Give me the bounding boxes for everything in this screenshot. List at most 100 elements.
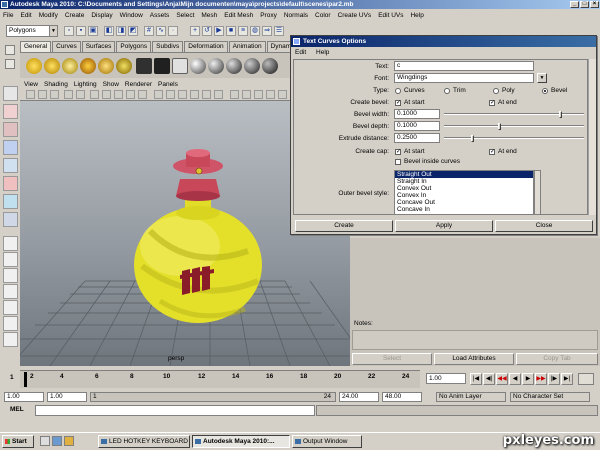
- bevel-width-slider-thumb[interactable]: [558, 111, 562, 118]
- input-line-icon[interactable]: ⇒: [262, 26, 272, 36]
- bevel-style-straight-in[interactable]: Straight In: [395, 178, 533, 185]
- bevel-width-slider[interactable]: [444, 113, 584, 115]
- xray-icon[interactable]: [230, 90, 239, 99]
- animation-end-field[interactable]: 48.00: [382, 392, 422, 402]
- playback-start-field[interactable]: 1.00: [47, 392, 87, 402]
- hypershade-layout-icon[interactable]: [3, 316, 18, 331]
- panel-menu-shading[interactable]: Shading: [44, 81, 68, 88]
- grid-toggle-icon[interactable]: [76, 90, 85, 99]
- material-phong-icon[interactable]: [244, 58, 260, 74]
- backface-culling-icon[interactable]: [254, 90, 263, 99]
- light-icon[interactable]: [26, 58, 42, 74]
- task-autodesk-maya[interactable]: Autodesk Maya 2010:...: [192, 435, 290, 448]
- current-time-marker[interactable]: [24, 372, 27, 387]
- task-led-hotkey-keyboard[interactable]: LED HOTKEY KEYBOARD: [98, 435, 190, 448]
- type-bevel-radio[interactable]: [542, 88, 548, 94]
- scale-tool-icon[interactable]: [3, 176, 18, 191]
- camera-aim-icon[interactable]: [154, 58, 170, 74]
- mel-input[interactable]: [35, 405, 315, 416]
- select-tool-icon[interactable]: [3, 86, 18, 101]
- history-icon[interactable]: ↺: [202, 26, 212, 36]
- create-button[interactable]: Create: [295, 220, 393, 232]
- ipr-render-icon[interactable]: ■: [226, 26, 236, 36]
- wireframe-icon[interactable]: [154, 90, 163, 99]
- channel-box-icon[interactable]: ☰: [274, 26, 284, 36]
- close-window-button[interactable]: ×: [590, 1, 599, 8]
- potion-bottle[interactable]: [134, 149, 262, 323]
- menu-create[interactable]: Create: [65, 12, 85, 19]
- menu-window[interactable]: Window: [120, 12, 143, 19]
- panel-menu-show[interactable]: Show: [103, 81, 119, 88]
- play-forwards-button[interactable]: ▶: [522, 373, 534, 385]
- animation-start-field[interactable]: 1.00: [4, 392, 44, 402]
- field-chart-icon[interactable]: [126, 90, 135, 99]
- panel-menu-renderer[interactable]: Renderer: [125, 81, 152, 88]
- playback-end-field[interactable]: 24.00: [339, 392, 379, 402]
- camera-select-icon[interactable]: [26, 90, 35, 99]
- dialog-title-bar[interactable]: Text Curves Options: [291, 36, 596, 47]
- bevel-style-straight-out[interactable]: Straight Out: [395, 171, 533, 178]
- shelf-tab-dynamics[interactable]: Dynamics: [266, 41, 292, 52]
- material-anisotropic-icon[interactable]: [262, 58, 278, 74]
- move-tool-icon[interactable]: [3, 140, 18, 155]
- hud-icon[interactable]: [278, 90, 287, 99]
- material-lambert-icon[interactable]: [208, 58, 224, 74]
- go-to-end-button[interactable]: ▶|: [561, 373, 573, 385]
- menu-help[interactable]: Help: [410, 12, 423, 19]
- menu-normals[interactable]: Normals: [284, 12, 308, 19]
- shelf-tab-general[interactable]: General: [20, 41, 52, 52]
- bevel-depth-slider[interactable]: [444, 125, 584, 127]
- menu-edit[interactable]: Edit: [20, 12, 31, 19]
- xray-joints-icon[interactable]: [242, 90, 251, 99]
- bevel-depth-slider-thumb[interactable]: [498, 123, 501, 130]
- step-forward-key-button[interactable]: |▶: [548, 373, 560, 385]
- panel-menu-view[interactable]: View: [24, 81, 38, 88]
- paint-select-tool-icon[interactable]: [3, 122, 18, 137]
- copy-tab-button[interactable]: Copy Tab: [516, 353, 598, 365]
- select-button[interactable]: Select: [352, 353, 432, 365]
- four-pane-layout-icon[interactable]: [3, 252, 18, 267]
- directional-light-icon[interactable]: [80, 58, 96, 74]
- panel-menu-lighting[interactable]: Lighting: [74, 81, 97, 88]
- go-to-start-button[interactable]: |◀: [470, 373, 482, 385]
- two-pane-layout-icon[interactable]: [3, 268, 18, 283]
- type-poly-radio[interactable]: [493, 88, 499, 94]
- move-tool-icon[interactable]: +: [190, 26, 200, 36]
- extrude-distance-input[interactable]: 0.2500: [394, 133, 440, 143]
- outliner-layout-icon[interactable]: [3, 284, 18, 299]
- dialog-scrollbar[interactable]: [588, 59, 596, 215]
- close-button[interactable]: Close: [495, 220, 593, 232]
- material-sphere-icon[interactable]: [190, 58, 206, 74]
- bevel-list-scrollbar[interactable]: [534, 170, 541, 214]
- menu-proxy[interactable]: Proxy: [260, 12, 277, 19]
- spot-light-icon[interactable]: [44, 58, 60, 74]
- shelf-menu-button[interactable]: [3, 43, 17, 77]
- cap-at-end-checkbox[interactable]: ✓: [489, 149, 495, 155]
- resolution-gate-icon[interactable]: [102, 90, 111, 99]
- open-scene-icon[interactable]: ▪: [76, 26, 86, 36]
- step-forward-frame-button[interactable]: ▶▶: [535, 373, 547, 385]
- menu-create-uvs[interactable]: Create UVs: [338, 12, 372, 19]
- maximize-button[interactable]: □: [580, 1, 589, 8]
- menu-select[interactable]: Select: [176, 12, 194, 19]
- step-back-frame-button[interactable]: ◀◀: [496, 373, 508, 385]
- material-blinn-icon[interactable]: [226, 58, 242, 74]
- shelf-tab-animation[interactable]: Animation: [228, 41, 266, 52]
- select-object-icon[interactable]: ◨: [116, 26, 126, 36]
- panel-menu-panels[interactable]: Panels: [158, 81, 178, 88]
- select-component-icon[interactable]: ◩: [128, 26, 138, 36]
- desktop-shortcut-icon[interactable]: [40, 436, 50, 446]
- point-light-icon[interactable]: [62, 58, 78, 74]
- snap-point-icon[interactable]: ·: [168, 26, 178, 36]
- bevel-at-end-checkbox[interactable]: ✓: [489, 100, 495, 106]
- rotate-tool-icon[interactable]: [3, 158, 18, 173]
- manipulator-tool-icon[interactable]: [3, 194, 18, 209]
- text-input[interactable]: c: [394, 61, 534, 71]
- range-slider-track[interactable]: 1 24: [90, 392, 336, 402]
- current-frame-field[interactable]: 1.00: [426, 373, 466, 384]
- menu-edit-uvs[interactable]: Edit UVs: [378, 12, 403, 19]
- shelf-tab-polygons[interactable]: Polygons: [116, 41, 152, 52]
- textured-icon[interactable]: [190, 90, 199, 99]
- wireframe-on-shaded-icon[interactable]: [178, 90, 187, 99]
- lasso-tool-icon[interactable]: [3, 104, 18, 119]
